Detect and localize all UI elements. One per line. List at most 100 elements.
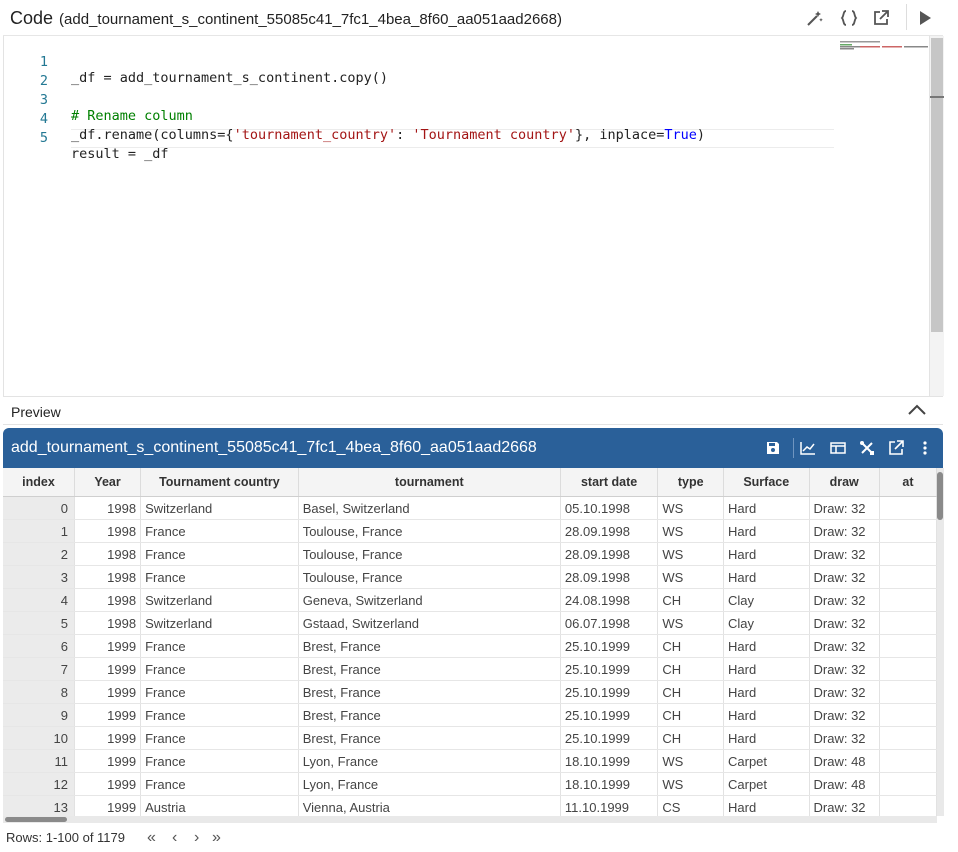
cell-index[interactable]: 9 <box>3 703 75 727</box>
cell-index[interactable]: 5 <box>3 611 75 635</box>
prev-page-button[interactable]: ‹ <box>172 829 177 847</box>
cell-start-date[interactable]: 25.10.1999 <box>560 680 659 704</box>
chevron-up-icon[interactable] <box>907 402 927 421</box>
cell-at[interactable] <box>879 496 937 520</box>
save-icon[interactable] <box>764 439 782 457</box>
cell-tournament[interactable]: Brest, France <box>298 680 561 704</box>
cell-draw[interactable]: Draw: 32 <box>809 588 880 612</box>
cell-surface[interactable]: Hard <box>723 519 810 543</box>
cell-type[interactable]: CH <box>657 680 724 704</box>
cell-start-date[interactable]: 25.10.1999 <box>560 726 659 750</box>
cell-year[interactable]: 1999 <box>74 634 142 658</box>
table-row[interactable]: 5 1998 Switzerland Gstaad, Switzerland 06.07… <box>3 611 937 635</box>
table-row[interactable]: 13 1999 Austria Vienna, Austria 11.10.1999 CS… <box>3 795 937 816</box>
cell-country[interactable]: France <box>140 772 299 796</box>
cell-draw[interactable]: Draw: 32 <box>809 496 880 520</box>
last-page-button[interactable]: » <box>212 829 221 847</box>
cell-surface[interactable]: Hard <box>723 795 810 816</box>
table-row[interactable]: 11 1999 France Lyon, France 18.10.1999 WS Carp… <box>3 749 937 773</box>
cell-draw[interactable]: Draw: 32 <box>809 657 880 681</box>
cell-draw[interactable]: Draw: 48 <box>809 772 880 796</box>
column-header-start-date[interactable]: start date <box>560 468 659 497</box>
cell-tournament[interactable]: Lyon, France <box>298 772 561 796</box>
cell-start-date[interactable]: 18.10.1999 <box>560 749 659 773</box>
cell-at[interactable] <box>879 680 937 704</box>
code-editor[interactable]: 1 _df = add_tournament_s_continent.copy(… <box>3 36 931 396</box>
editor-scroll-thumb[interactable] <box>931 38 943 332</box>
cell-tournament[interactable]: Geneva, Switzerland <box>298 588 561 612</box>
cell-at[interactable] <box>879 726 937 750</box>
cell-start-date[interactable]: 25.10.1999 <box>560 657 659 681</box>
cell-at[interactable] <box>879 749 937 773</box>
column-header-tournament[interactable]: tournament <box>298 468 561 497</box>
cell-type[interactable]: WS <box>657 519 724 543</box>
cell-year[interactable]: 1999 <box>74 680 142 704</box>
cell-tournament[interactable]: Gstaad, Switzerland <box>298 611 561 635</box>
cell-index[interactable]: 13 <box>3 795 75 816</box>
column-header-tournament-country[interactable]: Tournament country <box>140 468 299 497</box>
cell-year[interactable]: 1998 <box>74 496 142 520</box>
cell-country[interactable]: France <box>140 565 299 589</box>
cell-country[interactable]: Switzerland <box>140 611 299 635</box>
grid-horizontal-scrollbar[interactable] <box>3 816 937 823</box>
cell-index[interactable]: 11 <box>3 749 75 773</box>
cell-draw[interactable]: Draw: 32 <box>809 542 880 566</box>
cell-at[interactable] <box>879 795 937 816</box>
cell-start-date[interactable]: 06.07.1998 <box>560 611 659 635</box>
line-chart-icon[interactable] <box>799 439 817 457</box>
column-header-draw[interactable]: draw <box>809 468 880 497</box>
cell-index[interactable]: 12 <box>3 772 75 796</box>
cell-surface[interactable]: Hard <box>723 542 810 566</box>
cell-country[interactable]: France <box>140 703 299 727</box>
cell-type[interactable]: CS <box>657 795 724 816</box>
cell-year[interactable]: 1999 <box>74 703 142 727</box>
cell-surface[interactable]: Hard <box>723 634 810 658</box>
grid-vertical-scrollbar[interactable] <box>937 468 944 816</box>
cell-at[interactable] <box>879 611 937 635</box>
cell-surface[interactable]: Clay <box>723 611 810 635</box>
table-row[interactable]: 6 1999 France Brest, France 25.10.1999 CH Hard… <box>3 634 937 658</box>
cell-at[interactable] <box>879 565 937 589</box>
cell-tournament[interactable]: Brest, France <box>298 657 561 681</box>
cell-country[interactable]: France <box>140 657 299 681</box>
column-header-index[interactable]: index <box>3 468 75 497</box>
data-grid[interactable]: index Year Tournament country tournament… <box>3 468 937 816</box>
cell-tournament[interactable]: Vienna, Austria <box>298 795 561 816</box>
cell-year[interactable]: 1998 <box>74 542 142 566</box>
cell-start-date[interactable]: 28.09.1998 <box>560 519 659 543</box>
cell-index[interactable]: 3 <box>3 565 75 589</box>
cell-type[interactable]: WS <box>657 772 724 796</box>
cell-year[interactable]: 1998 <box>74 588 142 612</box>
next-page-button[interactable]: › <box>194 829 199 847</box>
cell-year[interactable]: 1998 <box>74 611 142 635</box>
cell-country[interactable]: France <box>140 726 299 750</box>
cell-type[interactable]: CH <box>657 703 724 727</box>
column-header-surface[interactable]: Surface <box>723 468 810 497</box>
table-row[interactable]: 10 1999 France Brest, France 25.10.1999 CH Har… <box>3 726 937 750</box>
cell-start-date[interactable]: 11.10.1999 <box>560 795 659 816</box>
magic-wand-icon[interactable] <box>803 6 827 30</box>
cell-tournament[interactable]: Toulouse, France <box>298 565 561 589</box>
cell-draw[interactable]: Draw: 32 <box>809 519 880 543</box>
cell-at[interactable] <box>879 588 937 612</box>
cell-start-date[interactable]: 28.09.1998 <box>560 542 659 566</box>
cell-type[interactable]: WS <box>657 565 724 589</box>
cell-surface[interactable]: Hard <box>723 703 810 727</box>
cell-surface[interactable]: Hard <box>723 726 810 750</box>
cell-type[interactable]: CH <box>657 726 724 750</box>
grid-hscroll-thumb[interactable] <box>5 817 67 822</box>
cell-index[interactable]: 4 <box>3 588 75 612</box>
cell-country[interactable]: France <box>140 634 299 658</box>
cell-surface[interactable]: Hard <box>723 565 810 589</box>
table-row[interactable]: 8 1999 France Brest, France 25.10.1999 CH Hard… <box>3 680 937 704</box>
cell-surface[interactable]: Hard <box>723 657 810 681</box>
column-header-year[interactable]: Year <box>74 468 142 497</box>
run-play-icon[interactable] <box>913 6 937 30</box>
table-row[interactable]: 2 1998 France Toulouse, France 28.09.1998 WS H… <box>3 542 937 566</box>
cell-at[interactable] <box>879 657 937 681</box>
cell-type[interactable]: CH <box>657 657 724 681</box>
cell-country[interactable]: France <box>140 680 299 704</box>
cell-start-date[interactable]: 24.08.1998 <box>560 588 659 612</box>
cell-type[interactable]: CH <box>657 588 724 612</box>
cell-index[interactable]: 10 <box>3 726 75 750</box>
